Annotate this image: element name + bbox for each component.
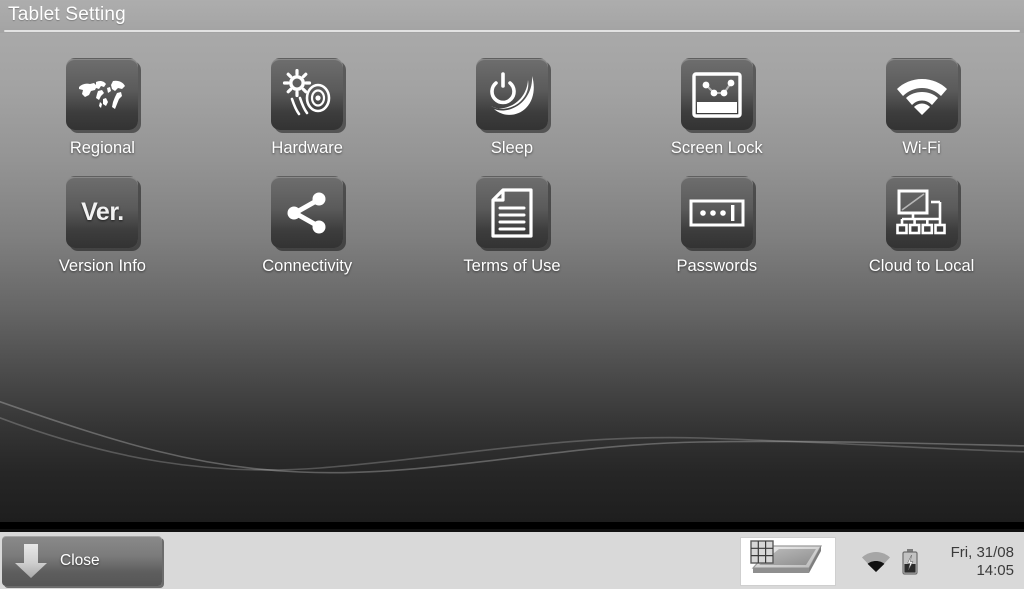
taskbar: Close Fri, 31/08 14:05 — [0, 529, 1024, 589]
settings-item-label: Cloud to Local — [868, 257, 975, 275]
document-lines-icon — [491, 187, 533, 238]
titlebar-divider — [4, 30, 1020, 32]
system-tray: Fri, 31/08 14:05 — [862, 532, 1014, 589]
tablet-setting-screen: Tablet Setting Regional Hardware Sleep S… — [0, 0, 1024, 589]
settings-item-label: Connectivity — [262, 257, 353, 275]
background-wave-decoration — [0, 400, 1024, 474]
network-server-icon — [895, 188, 948, 238]
settings-item-wifi[interactable]: Wi-Fi — [819, 58, 1024, 158]
regional-tile[interactable] — [66, 58, 139, 130]
connectivity-tile[interactable] — [271, 176, 344, 248]
settings-item-terms-of-use[interactable]: Terms of Use — [410, 176, 615, 276]
brightness-volume-icon — [280, 68, 334, 121]
window-titlebar: Tablet Setting — [0, 0, 1024, 33]
down-arrow-icon — [2, 541, 60, 581]
settings-item-label: Sleep — [490, 139, 534, 157]
close-button[interactable]: Close — [2, 536, 162, 586]
version-text-icon: Ver. — [81, 198, 124, 226]
share-nodes-icon — [284, 190, 330, 236]
version-info-tile[interactable]: Ver. — [66, 176, 139, 248]
world-map-icon — [77, 78, 127, 112]
settings-item-label: Wi-Fi — [902, 139, 941, 157]
clock-date: Fri, 31/08 — [950, 543, 1014, 561]
terms-of-use-tile[interactable] — [475, 176, 548, 248]
settings-item-regional[interactable]: Regional — [0, 58, 205, 158]
settings-icon-grid: Regional Hardware Sleep Screen Lock Wi-F… — [0, 33, 1024, 276]
wifi-tile[interactable] — [885, 58, 958, 130]
settings-item-screen-lock[interactable]: Screen Lock — [614, 58, 819, 158]
settings-item-sleep[interactable]: Sleep — [410, 58, 615, 158]
battery-charging-icon[interactable] — [902, 549, 918, 575]
wifi-status-icon[interactable] — [862, 551, 890, 573]
sleep-tile[interactable] — [475, 58, 548, 130]
tablet-device-indicator[interactable] — [740, 537, 836, 586]
settings-desktop: Regional Hardware Sleep Screen Lock Wi-F… — [0, 33, 1024, 522]
power-moon-icon — [487, 70, 537, 120]
settings-row-2: Ver. Version Info Connectivity Terms of … — [0, 176, 1024, 276]
settings-item-label: Passwords — [676, 257, 758, 275]
settings-item-version-info[interactable]: Ver. Version Info — [0, 176, 205, 276]
hardware-tile[interactable] — [271, 58, 344, 130]
page-title: Tablet Setting — [8, 4, 126, 25]
settings-item-label: Screen Lock — [670, 139, 763, 157]
clock-time: 14:05 — [976, 562, 1014, 579]
settings-item-cloud-to-local[interactable]: Cloud to Local — [819, 176, 1024, 276]
screen-lock-tile[interactable] — [680, 58, 753, 130]
settings-item-label: Hardware — [271, 139, 343, 157]
settings-item-passwords[interactable]: Passwords — [614, 176, 819, 276]
settings-item-hardware[interactable]: Hardware — [205, 58, 410, 158]
tablet-device-icon — [747, 538, 829, 585]
settings-item-label: Terms of Use — [463, 257, 561, 275]
password-field-icon — [689, 199, 745, 227]
settings-row-1: Regional Hardware Sleep Screen Lock Wi-F… — [0, 58, 1024, 158]
settings-item-label: Regional — [69, 139, 135, 157]
screen-pattern-lock-icon — [692, 71, 742, 118]
passwords-tile[interactable] — [680, 176, 753, 248]
settings-item-label: Version Info — [58, 257, 146, 275]
taskbar-clock[interactable]: Fri, 31/08 14:05 — [930, 544, 1014, 581]
close-button-label: Close — [60, 552, 100, 569]
settings-item-connectivity[interactable]: Connectivity — [205, 176, 410, 276]
wifi-icon — [896, 75, 948, 115]
cloud-to-local-tile[interactable] — [885, 176, 958, 248]
